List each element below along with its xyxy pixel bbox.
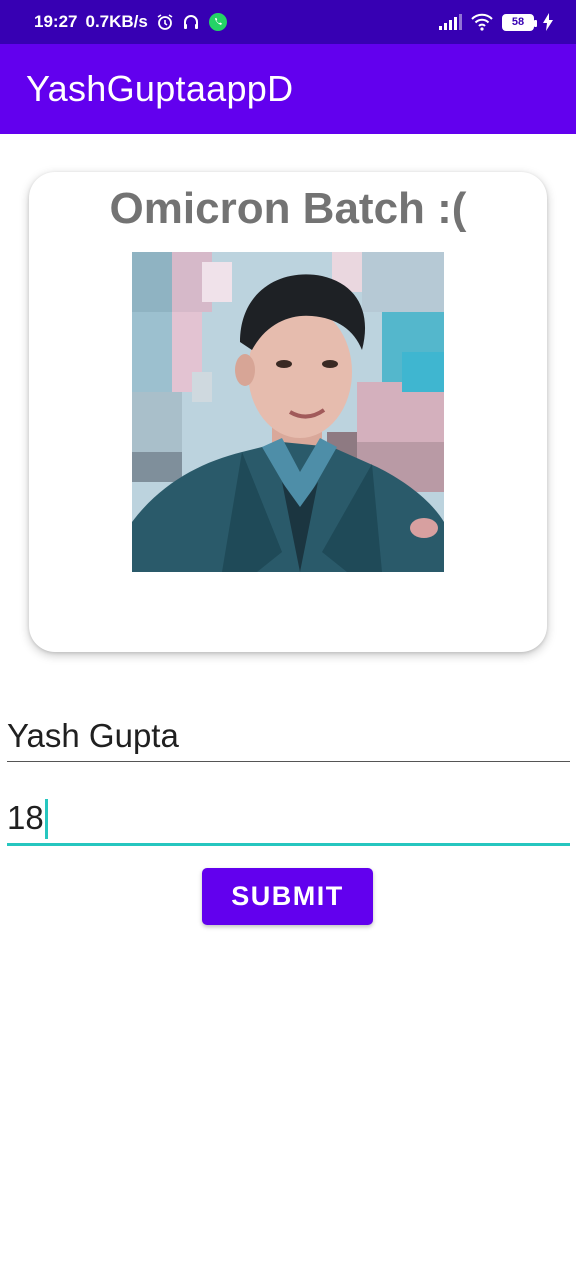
text-cursor (44, 799, 48, 839)
submit-button[interactable]: SUBMIT (202, 868, 373, 925)
status-bar: 19:27 0.7KB/s 58 (0, 0, 576, 44)
status-time: 19:27 (34, 12, 78, 31)
profile-card: Omicron Batch :( (29, 172, 547, 652)
battery-level: 58 (511, 15, 525, 28)
profile-photo-image (132, 252, 444, 572)
age-field-value: 18 (7, 799, 44, 836)
status-right: 58 (438, 13, 554, 31)
whatsapp-icon (208, 12, 228, 32)
wifi-icon (470, 13, 494, 31)
status-left: 19:27 0.7KB/s (34, 12, 228, 32)
age-field[interactable]: 18 (7, 788, 570, 846)
app-bar: YashGuptaappD (0, 44, 576, 134)
network-speed: 0.7KB/s (85, 12, 148, 31)
signal-icon (438, 14, 462, 30)
profile-photo (132, 252, 444, 572)
name-field[interactable]: Yash Gupta (7, 706, 570, 762)
card-title: Omicron Batch :( (109, 184, 467, 233)
headphones-icon (182, 13, 200, 31)
alarm-icon (156, 13, 174, 31)
charging-icon (542, 13, 554, 31)
name-field-value: Yash Gupta (7, 717, 179, 754)
battery-icon: 58 (502, 13, 537, 31)
app-title: YashGuptaappD (26, 68, 294, 109)
